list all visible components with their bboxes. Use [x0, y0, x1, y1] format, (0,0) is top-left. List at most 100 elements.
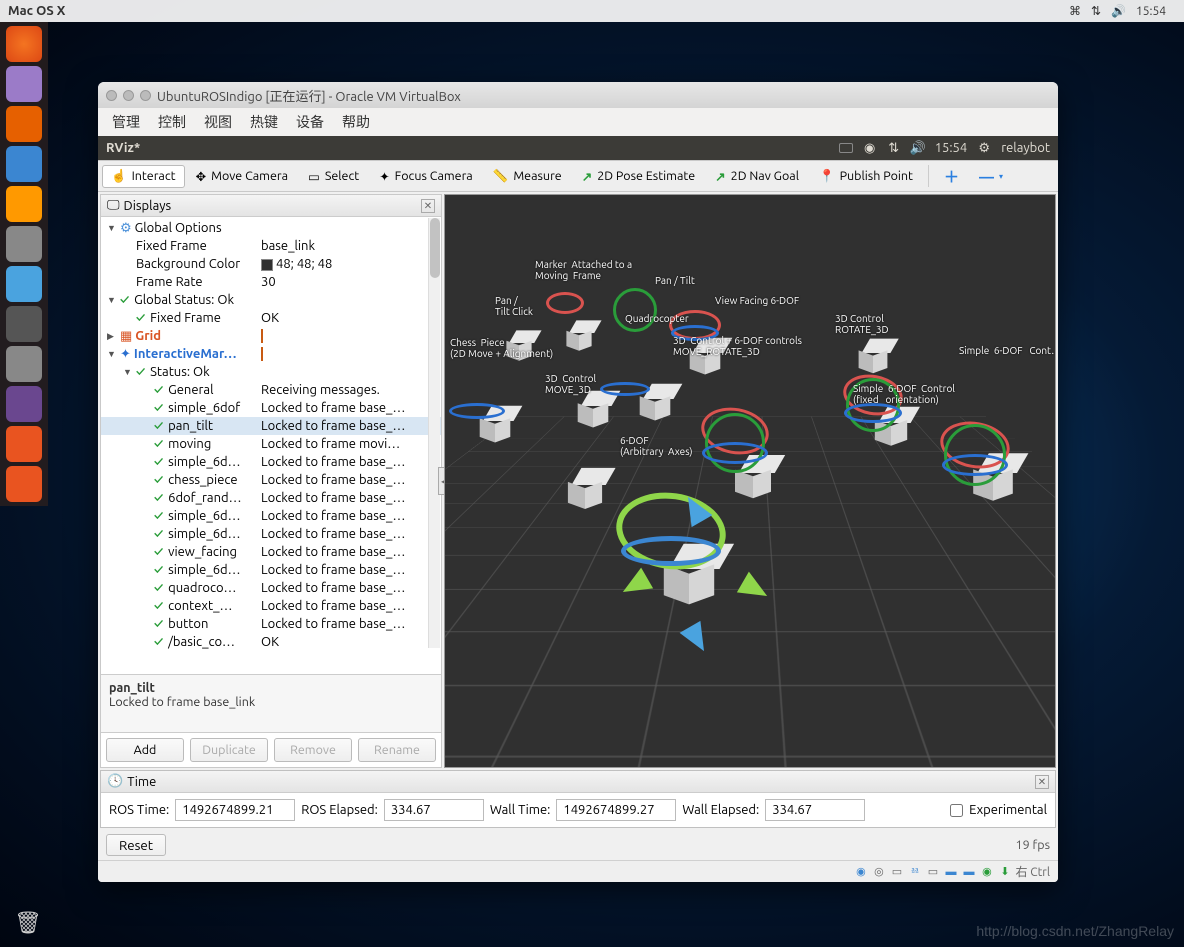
tree-row[interactable]: context_…Locked to frame base_…	[101, 597, 441, 615]
updown-icon[interactable]: ⇅	[1091, 4, 1101, 18]
tree-row[interactable]: quadroco…Locked to frame base_…	[101, 579, 441, 597]
dock-app-blue[interactable]	[6, 266, 42, 302]
dock-files[interactable]	[6, 66, 42, 102]
display-icon[interactable]: ▬	[943, 864, 958, 879]
displays-header[interactable]: 🖵 Displays ✕	[101, 195, 441, 217]
control-ring[interactable]	[844, 403, 902, 423]
control-ring[interactable]	[942, 454, 1008, 476]
tool-2d-nav-goal[interactable]: ↗2D Nav Goal	[706, 165, 808, 188]
add-tool-button[interactable]: ＋	[935, 162, 968, 191]
3d-viewport[interactable]: Marker Attached to a Moving FramePan / T…	[444, 194, 1056, 768]
ros-elapsed-field[interactable]	[384, 799, 484, 821]
marker-cube[interactable]	[859, 339, 888, 368]
vbox-titlebar[interactable]: UbuntuROSIndigo [正在运行] - Oracle VM Virtu…	[98, 82, 1058, 108]
marker-cube[interactable]	[578, 391, 609, 422]
dock-firefox[interactable]	[6, 106, 42, 142]
network-icon[interactable]: ⇅	[887, 141, 901, 155]
mouse-icon[interactable]: ⬇	[997, 864, 1012, 879]
shared-folder-icon[interactable]: ▭	[925, 864, 940, 879]
reset-button[interactable]: Reset	[106, 834, 166, 856]
control-ring[interactable]	[546, 292, 584, 314]
tree-row[interactable]: GeneralReceiving messages.	[101, 381, 441, 399]
tree-row[interactable]: 6dof_rand…Locked to frame base_…	[101, 489, 441, 507]
minimize-icon[interactable]	[123, 90, 134, 101]
tree-row[interactable]: ▼Status: Ok	[101, 363, 441, 381]
volume-icon[interactable]: 🔊	[1111, 4, 1126, 18]
tool-publish-point[interactable]: 📍Publish Point	[810, 165, 922, 188]
ros-time-field[interactable]	[175, 799, 295, 821]
trash-icon[interactable]: 🗑	[10, 905, 46, 941]
keyboard-icon[interactable]: ⌘	[1069, 4, 1081, 18]
dock-app-spiral[interactable]	[6, 386, 42, 422]
tree-row[interactable]: Fixed FrameOK	[101, 309, 441, 327]
tree-row[interactable]: ▼Global Status: Ok	[101, 291, 441, 309]
close-icon[interactable]	[106, 90, 117, 101]
display2-icon[interactable]: ▬	[961, 864, 976, 879]
tree-row[interactable]: view_facingLocked to frame base_…	[101, 543, 441, 561]
time-header[interactable]: 🕓 Time ✕	[101, 771, 1055, 793]
close-icon[interactable]: ✕	[1035, 775, 1049, 789]
menu-帮助[interactable]: 帮助	[342, 112, 370, 132]
tree-row[interactable]: ▶▦Grid	[101, 327, 441, 345]
dock-amazon[interactable]	[6, 186, 42, 222]
tree-row[interactable]: Frame Rate30	[101, 273, 441, 291]
add-button[interactable]: Add	[106, 738, 184, 762]
experimental-checkbox[interactable]: Experimental	[950, 803, 1047, 817]
tree-row[interactable]: ▼✦InteractiveMar…	[101, 345, 441, 363]
tree-row[interactable]: /basic_co…OK	[101, 633, 441, 651]
close-icon[interactable]: ✕	[421, 199, 435, 213]
control-ring[interactable]	[600, 382, 650, 396]
tree-row[interactable]: buttonLocked to frame base_…	[101, 615, 441, 633]
gear-icon[interactable]: ⚙	[977, 141, 991, 155]
tool-select[interactable]: ▭Select	[299, 165, 368, 188]
usb-icon[interactable]: ⎂	[907, 864, 922, 879]
remove-tool-button[interactable]: —▾	[970, 164, 1012, 189]
rename-button[interactable]: Rename	[358, 738, 436, 762]
tree-row[interactable]: simple_6d…Locked to frame base_…	[101, 453, 441, 471]
hdd-icon[interactable]: ▭	[889, 864, 904, 879]
dock-terminal[interactable]	[6, 306, 42, 342]
scrollbar[interactable]	[428, 218, 440, 648]
control-ring[interactable]	[621, 536, 721, 566]
control-ring[interactable]	[702, 442, 768, 464]
control-ring[interactable]	[449, 403, 505, 419]
tree-row[interactable]: Fixed Framebase_link	[101, 237, 441, 255]
dock-app-orange-2[interactable]	[6, 466, 42, 502]
tool-focus-camera[interactable]: ✦Focus Camera	[370, 165, 482, 188]
dock-ubuntu-dash[interactable]	[6, 26, 42, 62]
wall-elapsed-field[interactable]	[765, 799, 865, 821]
ubuntu-icon[interactable]: ◉	[863, 141, 877, 155]
dock-system-monitor[interactable]	[6, 346, 42, 382]
zoom-icon[interactable]	[140, 90, 151, 101]
tool-move-camera[interactable]: ✥Move Camera	[187, 165, 297, 188]
menu-管理[interactable]: 管理	[112, 112, 140, 132]
tree-row[interactable]: movingLocked to frame movi…	[101, 435, 441, 453]
menu-视图[interactable]: 视图	[204, 112, 232, 132]
tree-row[interactable]: simple_6d…Locked to frame base_…	[101, 525, 441, 543]
tree-row[interactable]: pan_tiltLocked to frame base_…	[101, 417, 441, 435]
tool-2d-pose-estimate[interactable]: ↗2D Pose Estimate	[573, 165, 704, 188]
remove-button[interactable]: Remove	[274, 738, 352, 762]
marker-cube[interactable]	[568, 468, 602, 502]
tree-row[interactable]: simple_6dofLocked to frame base_…	[101, 399, 441, 417]
volume-icon[interactable]: 🔊	[911, 141, 925, 155]
menu-热键[interactable]: 热键	[250, 112, 278, 132]
disk-icon[interactable]: ◉	[853, 864, 868, 879]
dock-software[interactable]	[6, 146, 42, 182]
tool-interact[interactable]: ☝Interact	[102, 165, 185, 188]
wall-time-field[interactable]	[556, 799, 676, 821]
dock-settings[interactable]	[6, 226, 42, 262]
optical-icon[interactable]: ◎	[871, 864, 886, 879]
record-icon[interactable]: ◉	[979, 864, 994, 879]
tree-row[interactable]: simple_6d…Locked to frame base_…	[101, 561, 441, 579]
duplicate-button[interactable]: Duplicate	[190, 738, 268, 762]
tree-row[interactable]: ▼⚙Global Options	[101, 219, 441, 237]
keyboard-icon[interactable]	[839, 141, 853, 155]
tool-measure[interactable]: 📏Measure	[484, 165, 571, 188]
dock-app-orange[interactable]	[6, 426, 42, 462]
tree-row[interactable]: chess_pieceLocked to frame base_…	[101, 471, 441, 489]
menu-设备[interactable]: 设备	[296, 112, 324, 132]
control-ring[interactable]	[613, 288, 657, 332]
tree-row[interactable]: simple_6d…Locked to frame base_…	[101, 507, 441, 525]
marker-cube[interactable]	[566, 320, 591, 345]
